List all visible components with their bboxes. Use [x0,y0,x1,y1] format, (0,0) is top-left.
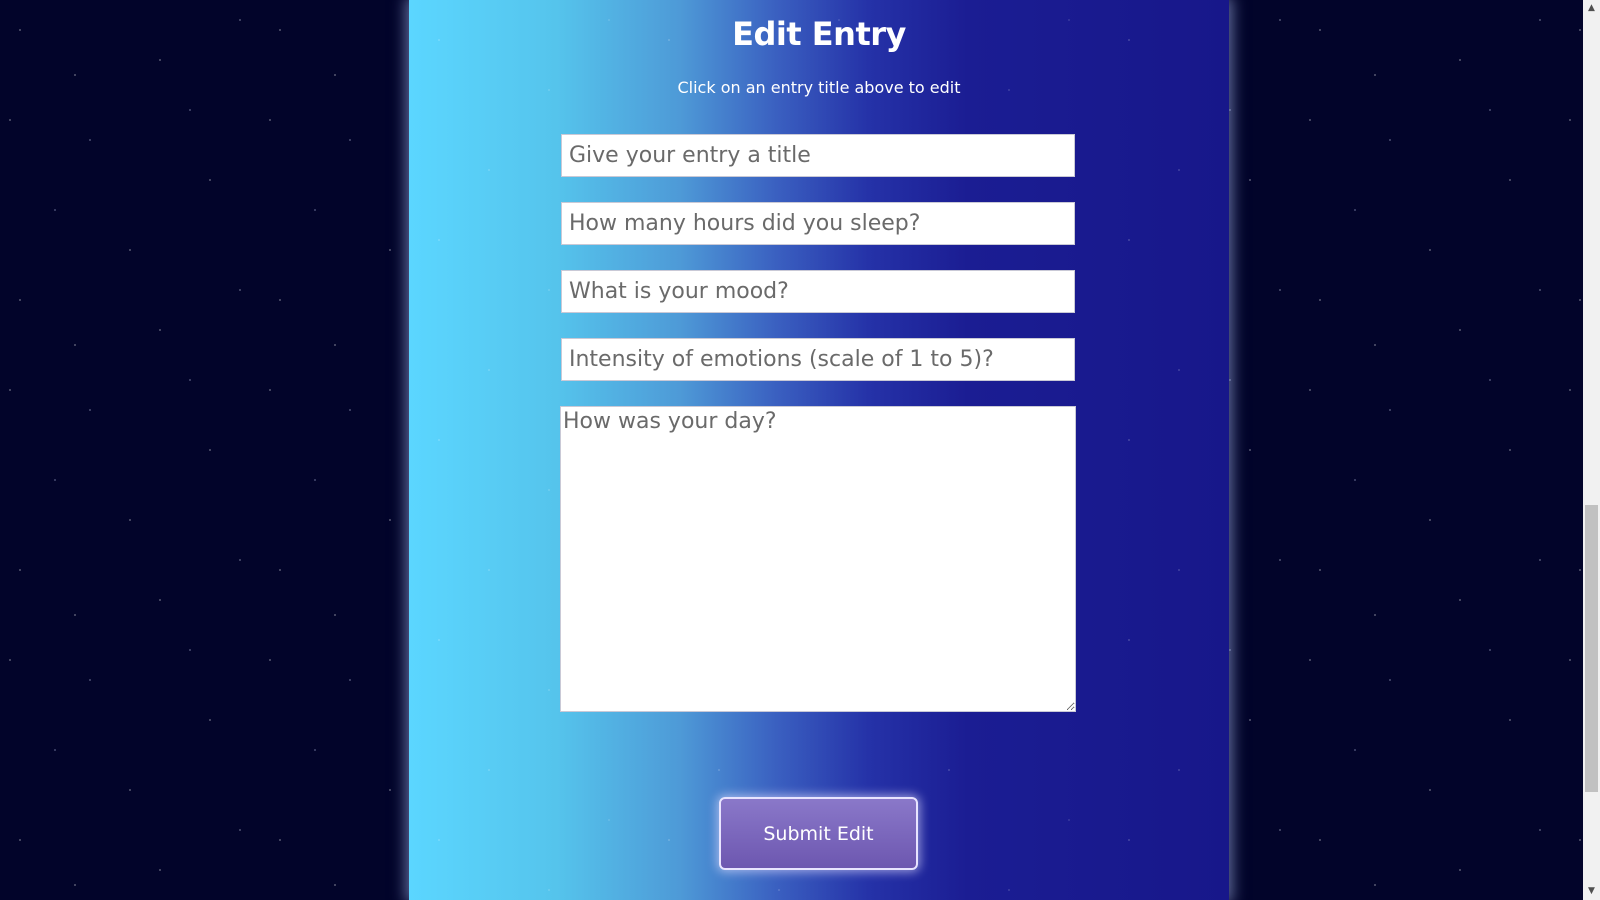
scrollbar-thumb[interactable] [1585,505,1598,792]
scroll-down-arrow-icon[interactable]: ▼ [1583,883,1600,900]
page-subtitle: Click on an entry title above to edit [677,78,961,97]
submit-container: Submit Edit [719,797,918,870]
edit-entry-form [560,134,1076,712]
mood-input[interactable] [561,270,1075,313]
page-title: Edit Entry [732,15,906,53]
submit-edit-button[interactable]: Submit Edit [719,797,918,870]
edit-entry-panel: Edit Entry Click on an entry title above… [409,0,1229,900]
scroll-up-arrow-icon[interactable]: ▲ [1583,0,1600,17]
panel-content: Edit Entry Click on an entry title above… [409,0,1229,98]
day-description-textarea[interactable] [560,406,1076,712]
sleep-hours-input[interactable] [561,202,1075,245]
page-scrollbar[interactable]: ▲ ▼ [1583,0,1600,900]
emotion-intensity-input[interactable] [561,338,1075,381]
entry-title-input[interactable] [561,134,1075,177]
